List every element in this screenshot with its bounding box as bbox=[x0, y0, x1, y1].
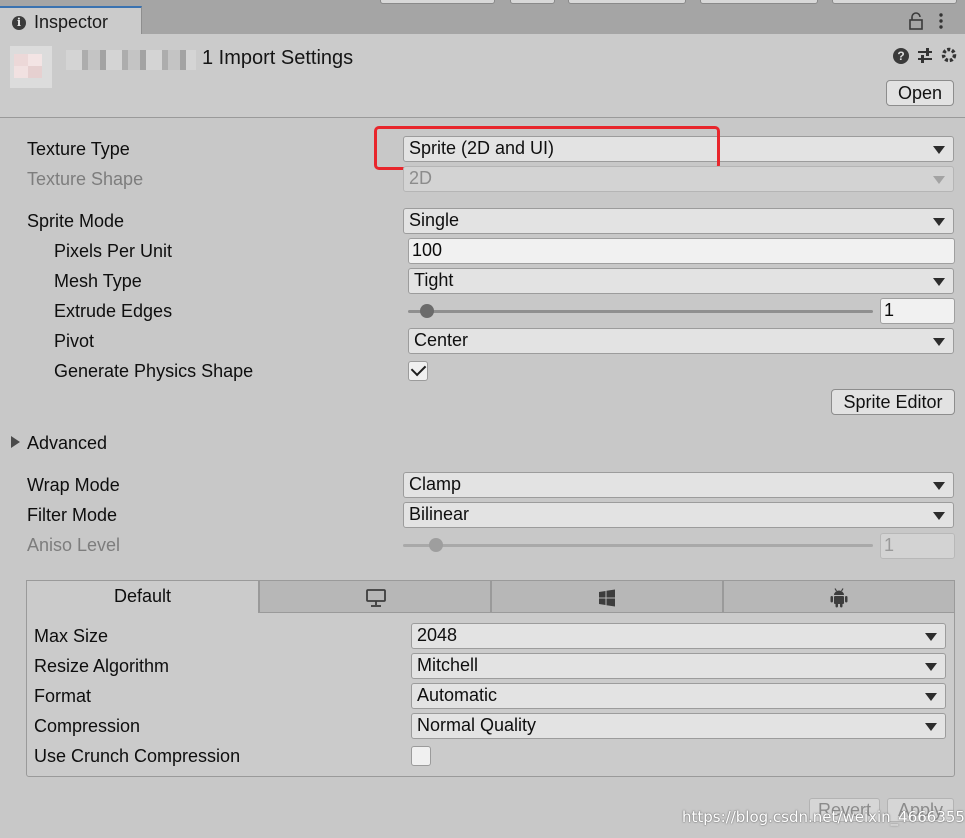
presets-icon[interactable] bbox=[916, 47, 934, 65]
tab-android[interactable] bbox=[723, 580, 955, 613]
chevron-down-icon bbox=[925, 723, 937, 731]
filter-mode-label: Filter Mode bbox=[27, 505, 118, 525]
mesh-type-dropdown[interactable]: Tight bbox=[408, 268, 954, 294]
use-crunch-compression-checkbox[interactable] bbox=[411, 746, 431, 766]
chevron-down-icon bbox=[933, 218, 945, 226]
generate-physics-shape-label: Generate Physics Shape bbox=[54, 361, 254, 381]
tab-default-label: Default bbox=[113, 586, 172, 606]
chevron-down-icon bbox=[933, 176, 945, 184]
sprite-mode-dropdown[interactable]: Single bbox=[403, 208, 954, 234]
chevron-down-icon bbox=[933, 512, 945, 520]
generate-physics-shape-checkbox[interactable] bbox=[408, 360, 428, 381]
aniso-level-slider-track bbox=[403, 544, 873, 547]
extrude-edges-label: Extrude Edges bbox=[54, 301, 173, 321]
format-value: Automatic bbox=[417, 685, 498, 705]
asset-name-obscured bbox=[66, 50, 196, 70]
mesh-type-label: Mesh Type bbox=[54, 271, 142, 291]
extrude-edges-value: 1 bbox=[884, 300, 895, 320]
toolbar-button[interactable] bbox=[568, 0, 686, 4]
extrude-edges-slider-handle[interactable] bbox=[419, 304, 434, 318]
texture-shape-dropdown: 2D bbox=[403, 166, 954, 192]
chevron-down-icon bbox=[933, 482, 945, 490]
chevron-down-icon bbox=[933, 146, 945, 154]
compression-label: Compression bbox=[34, 716, 141, 736]
tab-label: Inspector bbox=[34, 12, 109, 32]
resize-algorithm-dropdown[interactable]: Mitchell bbox=[411, 653, 946, 679]
texture-thumbnail-icon bbox=[10, 46, 52, 88]
inspector-header: 1 Import Settings ? Open bbox=[0, 34, 965, 118]
mesh-type-value: Tight bbox=[414, 270, 454, 290]
toolbar-button[interactable] bbox=[700, 0, 818, 4]
watermark-text: https://blog.csdn.net/weixin_46663555 bbox=[682, 808, 965, 826]
sprite-mode-value: Single bbox=[409, 210, 460, 230]
texture-shape-value: 2D bbox=[409, 168, 433, 188]
pixels-per-unit-label: Pixels Per Unit bbox=[54, 241, 173, 261]
max-size-label: Max Size bbox=[34, 626, 109, 646]
lock-icon[interactable] bbox=[908, 12, 924, 30]
chevron-down-icon bbox=[933, 278, 945, 286]
windows-icon bbox=[599, 589, 615, 607]
compression-value: Normal Quality bbox=[417, 715, 537, 735]
monitor-icon bbox=[366, 589, 386, 607]
max-size-dropdown[interactable]: 2048 bbox=[411, 623, 946, 649]
tab-inspector[interactable]: i Inspector bbox=[0, 6, 142, 36]
wrap-mode-label: Wrap Mode bbox=[27, 475, 120, 495]
compression-dropdown[interactable]: Normal Quality bbox=[411, 713, 946, 739]
max-size-value: 2048 bbox=[417, 625, 458, 645]
chevron-down-icon bbox=[925, 663, 937, 671]
tab-default[interactable]: Default bbox=[26, 580, 259, 613]
aniso-level-label: Aniso Level bbox=[27, 535, 121, 555]
highlight-annotation-box bbox=[374, 126, 720, 170]
pixels-per-unit-field[interactable]: 100 bbox=[408, 238, 955, 264]
texture-type-label: Texture Type bbox=[27, 139, 130, 159]
open-button[interactable]: Open bbox=[886, 80, 954, 106]
extrude-edges-field[interactable]: 1 bbox=[880, 298, 955, 324]
aniso-level-field: 1 bbox=[880, 533, 955, 559]
toolbar-button[interactable] bbox=[510, 0, 555, 4]
resize-algorithm-label: Resize Algorithm bbox=[34, 656, 170, 676]
sprite-editor-button[interactable]: Sprite Editor bbox=[831, 389, 955, 415]
aniso-level-slider-handle bbox=[428, 538, 443, 552]
sprite-mode-label: Sprite Mode bbox=[27, 211, 125, 231]
foldout-arrow-icon[interactable] bbox=[11, 436, 20, 448]
tab-windows[interactable] bbox=[491, 580, 723, 613]
pivot-dropdown[interactable]: Center bbox=[408, 328, 954, 354]
toolbar-button[interactable] bbox=[832, 0, 957, 4]
wrap-mode-value: Clamp bbox=[409, 474, 462, 494]
format-dropdown[interactable]: Automatic bbox=[411, 683, 946, 709]
texture-shape-label: Texture Shape bbox=[27, 169, 144, 189]
aniso-level-value: 1 bbox=[884, 535, 895, 555]
pivot-label: Pivot bbox=[54, 331, 95, 351]
checkmark-icon bbox=[410, 360, 427, 377]
chevron-down-icon bbox=[925, 633, 937, 641]
toolbar-button[interactable] bbox=[380, 0, 495, 4]
pixels-per-unit-value: 100 bbox=[412, 240, 443, 260]
chevron-down-icon bbox=[925, 693, 937, 701]
format-label: Format bbox=[34, 686, 92, 706]
tab-standalone[interactable] bbox=[259, 580, 491, 613]
resize-algorithm-value: Mitchell bbox=[417, 655, 479, 675]
extrude-edges-slider-track[interactable] bbox=[408, 310, 873, 313]
android-icon bbox=[830, 588, 848, 608]
info-icon: i bbox=[12, 16, 26, 30]
chevron-down-icon bbox=[933, 338, 945, 346]
tab-bar bbox=[0, 0, 965, 34]
advanced-foldout-label[interactable]: Advanced bbox=[27, 433, 107, 454]
header-title: 1 Import Settings bbox=[202, 47, 354, 69]
filter-mode-value: Bilinear bbox=[409, 504, 470, 524]
wrap-mode-dropdown[interactable]: Clamp bbox=[403, 472, 954, 498]
help-icon[interactable]: ? bbox=[893, 48, 909, 64]
pivot-value: Center bbox=[414, 330, 469, 350]
gear-icon[interactable] bbox=[940, 46, 958, 64]
use-crunch-compression-label: Use Crunch Compression bbox=[34, 746, 241, 766]
kebab-menu-icon[interactable] bbox=[936, 12, 946, 30]
filter-mode-dropdown[interactable]: Bilinear bbox=[403, 502, 954, 528]
